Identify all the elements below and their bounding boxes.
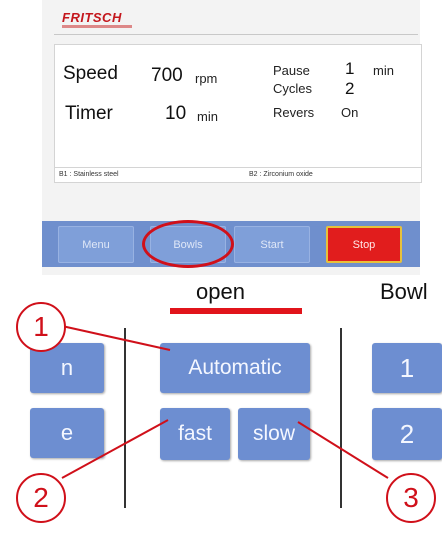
callout-leaders bbox=[61, 325, 389, 479]
leader-3 bbox=[297, 421, 389, 479]
callout-3: 3 bbox=[386, 473, 436, 523]
callout-1: 1 bbox=[16, 302, 66, 352]
callout-2: 2 bbox=[16, 473, 66, 523]
leader-2 bbox=[61, 419, 169, 479]
leader-1 bbox=[61, 325, 171, 351]
